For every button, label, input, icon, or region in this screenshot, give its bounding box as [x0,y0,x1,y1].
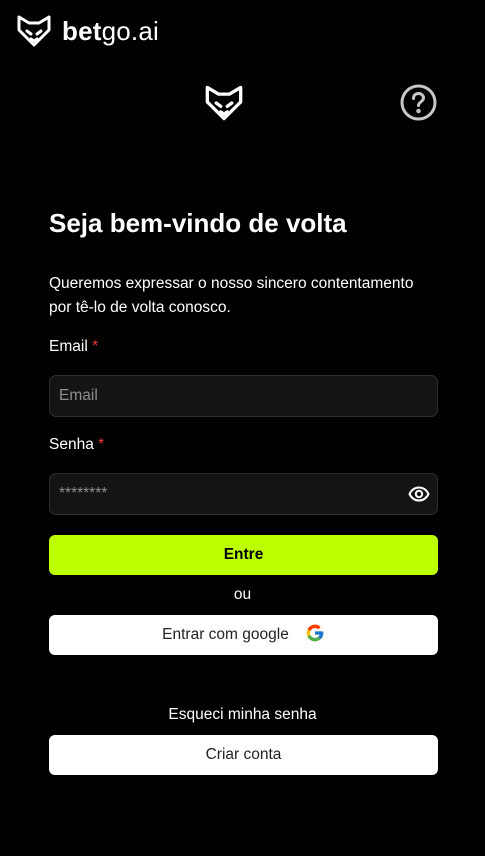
password-label: Senha * [49,436,104,454]
email-field-wrapper [49,375,438,417]
google-g-icon [305,623,325,648]
brand-name-rest: go.ai [101,16,159,46]
google-login-label: Entrar com google [162,626,289,643]
eye-icon[interactable] [408,484,430,504]
google-login-button[interactable]: Entrar com google [49,615,438,655]
help-button[interactable] [400,84,437,121]
fox-shield-icon [204,84,244,127]
password-field[interactable] [50,474,437,514]
welcome-message: Queremos expressar o nosso sincero conte… [49,275,414,316]
login-submit-button[interactable]: Entre [49,535,438,575]
email-label: Email * [49,338,98,356]
page-title: Seja bem-vindo de volta [49,208,347,238]
fox-shield-icon [16,14,52,48]
email-field[interactable] [50,376,437,416]
required-mark: * [98,436,105,453]
brand-name-bold: bet [62,16,102,46]
or-divider-text: ou [233,586,252,603]
question-circle-icon [400,84,437,121]
password-label-text: Senha [49,436,94,453]
brand-header[interactable]: betgo.ai [16,14,159,48]
brand-name: betgo.ai [62,18,159,44]
password-field-wrapper [49,473,438,515]
forgot-password-link[interactable]: Esqueci minha senha [0,706,485,724]
login-page: betgo.ai Seja bem-vindo de volta Queremo… [0,0,485,856]
required-mark: * [92,338,99,355]
create-account-button[interactable]: Criar conta [49,735,438,775]
email-label-text: Email [49,338,88,355]
